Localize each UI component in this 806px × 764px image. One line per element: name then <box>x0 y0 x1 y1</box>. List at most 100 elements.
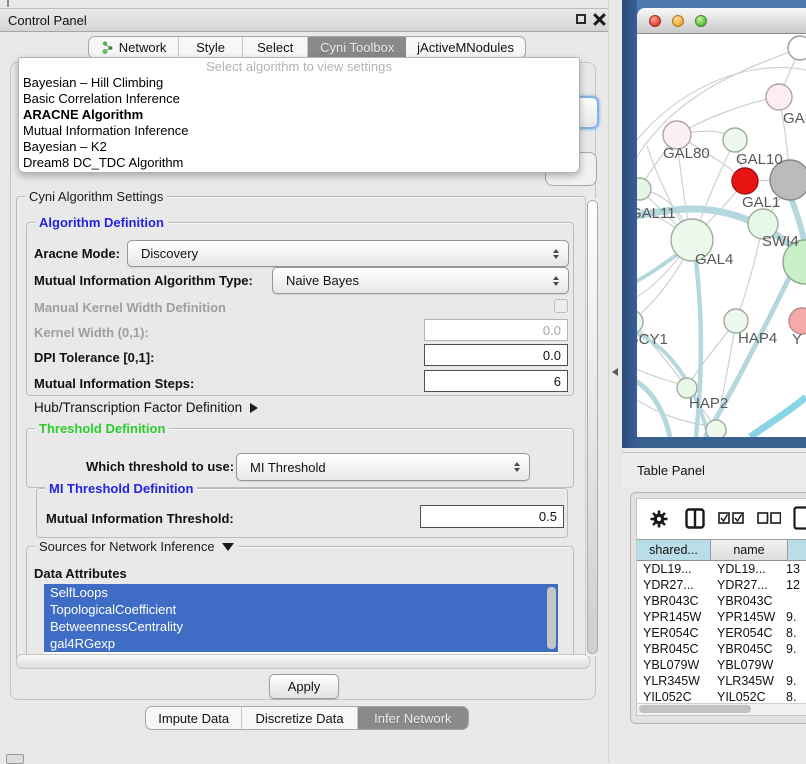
network-window-titlebar[interactable] <box>637 8 806 34</box>
list-item[interactable]: SelfLoops <box>44 584 558 601</box>
cell: 13 <box>782 561 806 577</box>
tab-infer-network[interactable]: Infer Network <box>358 707 468 729</box>
table-row[interactable]: YDR27...YDR27...12 <box>637 577 806 593</box>
close-icon[interactable] <box>593 13 606 26</box>
network-node[interactable] <box>706 420 726 437</box>
algorithm-definition-title: Algorithm Definition <box>35 215 168 230</box>
sources-title: Sources for Network Inference <box>39 539 215 554</box>
cell: YDR27... <box>711 577 782 593</box>
zoom-window-icon[interactable] <box>695 15 707 27</box>
data-attributes-label: Data Attributes <box>34 566 127 581</box>
list-item[interactable]: BetweennessCentrality <box>44 618 558 635</box>
mi-threshold-value: 0.5 <box>539 509 557 524</box>
dpi-tolerance-value: 0.0 <box>543 348 561 363</box>
hub-definition-label: Hub/Transcription Factor Definition <box>34 400 242 415</box>
new-table-icon[interactable] <box>793 506 806 530</box>
table-body[interactable]: YDL19...YDL19...13 YDR27...YDR27...12 YB… <box>637 561 806 703</box>
dropdown-item[interactable]: Basic Correlation Inference <box>19 91 579 107</box>
cell <box>782 593 806 609</box>
deselect-columns-icon[interactable] <box>757 512 781 524</box>
hub-definition-expander[interactable]: Hub/Transcription Factor Definition <box>34 400 258 415</box>
mi-threshold-input[interactable]: 0.5 <box>420 505 564 528</box>
dropdown-item[interactable]: Bayesian – K2 <box>19 139 579 155</box>
float-window-icon[interactable] <box>576 14 586 24</box>
stepper-icon <box>514 462 520 472</box>
settings-vertical-scrollbar[interactable] <box>585 198 598 656</box>
tab-network[interactable]: Network <box>89 37 179 58</box>
network-view[interactable]: GAL GAL80 GAL10 GAL1 GAL11 SWI4 GAL4 GCY… <box>637 34 806 437</box>
network-node[interactable] <box>788 36 806 60</box>
network-node[interactable] <box>637 178 651 200</box>
column-layout-icon[interactable] <box>685 508 705 529</box>
column-header-name[interactable]: name <box>711 539 788 561</box>
network-node[interactable] <box>723 128 747 152</box>
tab-cyni-toolbox[interactable]: Cyni Toolbox <box>308 37 406 58</box>
settings-gear-icon[interactable] <box>649 509 669 529</box>
aracne-mode-select[interactable]: Discovery <box>127 240 569 267</box>
mi-steps-input[interactable]: 6 <box>424 370 568 392</box>
network-edge-cyan <box>750 397 806 437</box>
table-row[interactable]: YBR043CYBR043C <box>637 593 806 609</box>
cell: 8. <box>782 689 806 703</box>
tab-jactivemnodules[interactable]: jActiveMNodules <box>406 37 525 58</box>
split-pane-divider[interactable] <box>608 0 622 762</box>
tab-select-label: Select <box>257 40 293 55</box>
table-horizontal-scrollbar[interactable] <box>637 703 806 715</box>
column-header-cut[interactable] <box>788 539 806 561</box>
select-all-columns-icon[interactable] <box>718 512 744 524</box>
cell: 9. <box>782 641 806 657</box>
kernel-width-value: 0.0 <box>543 323 561 338</box>
node-label: GAL10 <box>736 151 783 168</box>
tab-network-label: Network <box>119 40 167 55</box>
network-canvas[interactable]: GAL GAL80 GAL10 GAL1 GAL11 SWI4 GAL4 GCY… <box>637 34 806 437</box>
data-attributes-list[interactable]: SelfLoops TopologicalCoefficient Between… <box>44 584 558 654</box>
collapse-arrow-icon <box>222 543 234 551</box>
table-row[interactable]: YBR045CYBR045C9. <box>637 641 806 657</box>
network-node-selected[interactable] <box>732 168 758 194</box>
kernel-width-input[interactable]: 0.0 <box>424 319 568 341</box>
dropdown-item-selected[interactable]: ARACNE Algorithm <box>19 107 579 123</box>
table-row[interactable]: YDL19...YDL19...13 <box>637 561 806 577</box>
tab-select[interactable]: Select <box>243 37 308 58</box>
list-scrollbar[interactable] <box>547 587 556 649</box>
manual-kernel-checkbox[interactable] <box>554 299 568 313</box>
table-row[interactable]: YIL052CYIL052C8. <box>637 689 806 703</box>
table-row[interactable]: YLR345WYLR345W9. <box>637 673 806 689</box>
cell: YPR145W <box>711 609 782 625</box>
dropdown-item[interactable]: Mutual Information Inference <box>19 123 579 139</box>
list-item[interactable]: gal4RGexp <box>44 635 558 652</box>
dropdown-item[interactable]: Bayesian – Hill Climbing <box>19 75 579 91</box>
cell: YLR345W <box>637 673 711 689</box>
cell: 9. <box>782 673 806 689</box>
node-label: GAL11 <box>637 205 676 222</box>
tab-impute-data[interactable]: Impute Data <box>146 707 242 729</box>
node-label: GAL <box>783 110 806 127</box>
which-threshold-select[interactable]: MI Threshold <box>236 453 530 481</box>
network-node[interactable] <box>766 84 792 110</box>
dropdown-item[interactable]: Dream8 DC_TDC Algorithm <box>19 155 579 171</box>
divider-collapse-arrow-icon[interactable] <box>612 368 618 376</box>
scrollbar-thumb[interactable] <box>639 705 751 713</box>
tab-style[interactable]: Style <box>179 37 243 58</box>
table-row[interactable]: YPR145WYPR145W9. <box>637 609 806 625</box>
table-row[interactable]: YER054CYER054C8. <box>637 625 806 641</box>
dpi-tolerance-input[interactable]: 0.0 <box>424 344 568 366</box>
tab-discretize-data[interactable]: Discretize Data <box>242 707 357 729</box>
stepper-icon <box>553 276 559 286</box>
apply-button[interactable]: Apply <box>269 674 339 699</box>
network-node-labels: GAL GAL80 GAL10 GAL1 GAL11 SWI4 GAL4 GCY… <box>637 110 806 412</box>
sources-title-row[interactable]: Sources for Network Inference <box>35 539 238 554</box>
table-row[interactable]: YBL079WYBL079W <box>637 657 806 673</box>
node-label: SWI4 <box>762 233 799 250</box>
close-window-icon[interactable] <box>649 15 661 27</box>
column-header-shared-name[interactable]: shared... <box>637 539 711 561</box>
list-item[interactable]: TopologicalCoefficient <box>44 601 558 618</box>
corner-grip-icon[interactable] <box>6 754 24 764</box>
minimize-window-icon[interactable] <box>672 15 684 27</box>
mi-type-select[interactable]: Naive Bayes <box>272 267 569 294</box>
scrollbar-thumb[interactable] <box>587 200 598 654</box>
node-label: GCY1 <box>637 331 668 348</box>
settings-group-title: Cyni Algorithm Settings <box>25 189 167 204</box>
stepper-icon <box>553 249 559 259</box>
settings-horizontal-scrollbar[interactable] <box>16 654 590 669</box>
